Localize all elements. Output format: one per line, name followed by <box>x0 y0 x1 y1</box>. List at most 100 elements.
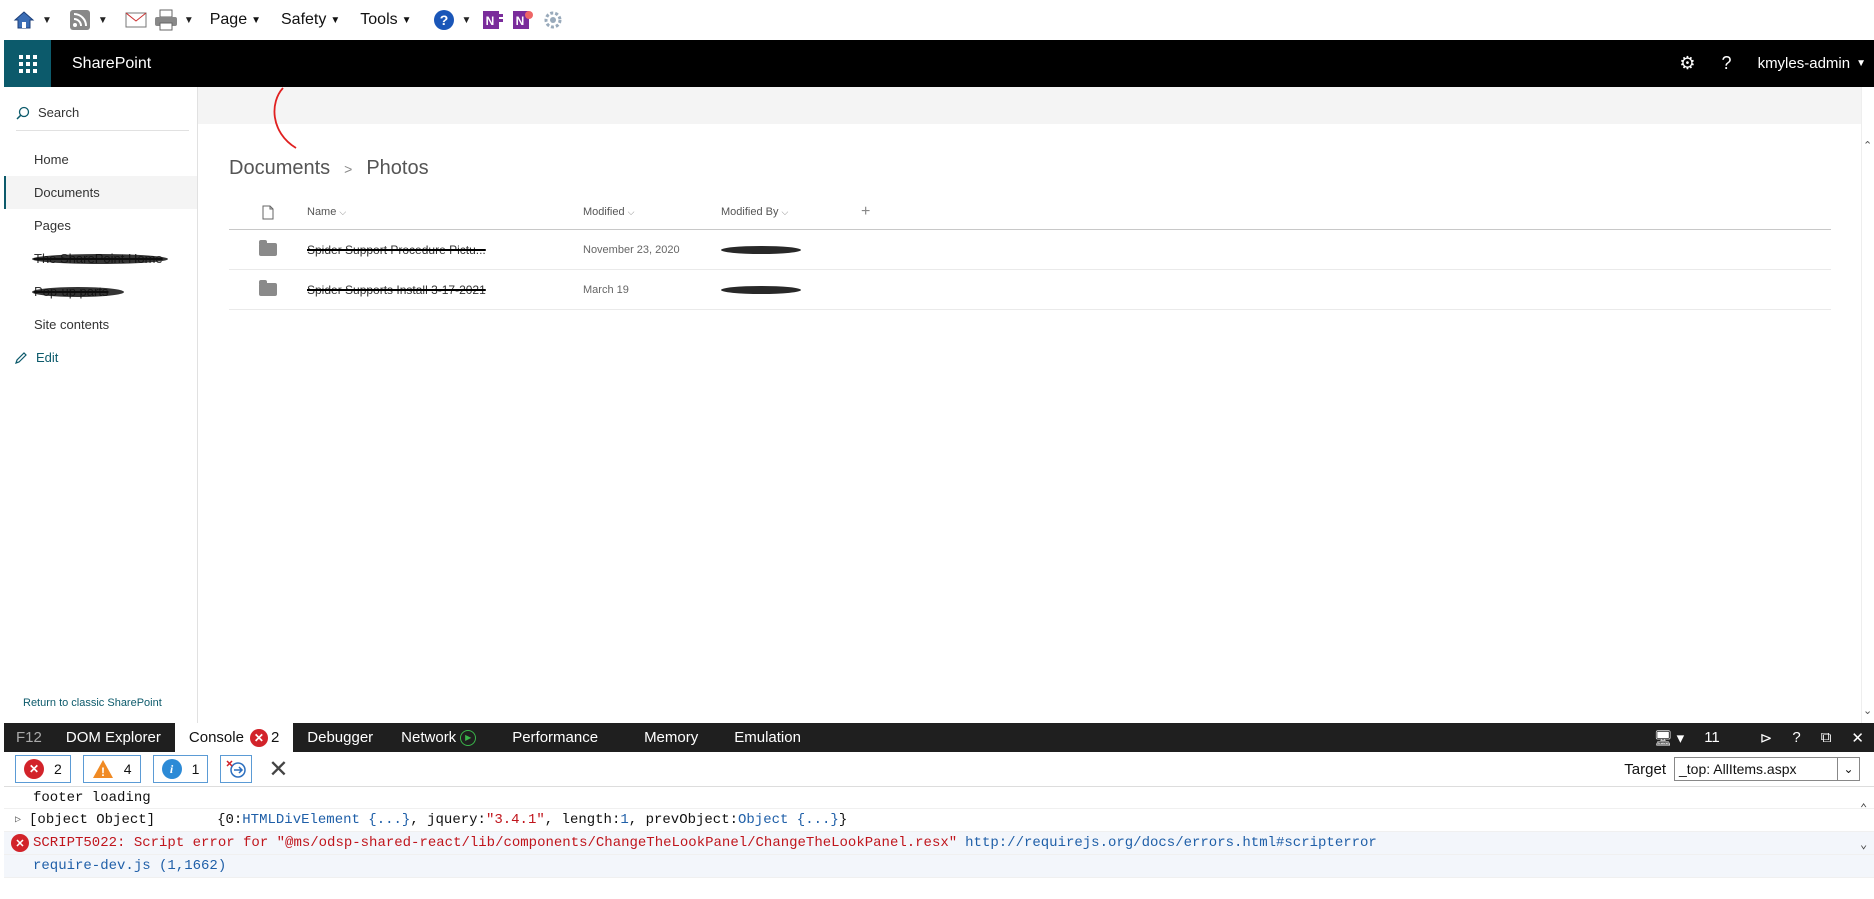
nav-item-redacted-2[interactable]: Pop-up parts <box>4 275 197 308</box>
tab-console[interactable]: Console ✕ 2 <box>174 723 294 752</box>
brand-title[interactable]: SharePoint <box>72 55 151 73</box>
info-icon: i <box>161 759 182 779</box>
document-mode-value[interactable]: 11 <box>1704 729 1720 746</box>
main-content: Documents > Photos Name ⌵ Modified ⌵ Modif… <box>198 87 1861 723</box>
modified-date: November 23, 2020 <box>583 243 680 256</box>
table-row[interactable]: Spider Support Procedure Pictu... Novemb… <box>229 230 1831 270</box>
breadcrumb-root[interactable]: Documents <box>229 157 330 180</box>
column-header-modified[interactable]: Modified ⌵ <box>583 206 721 218</box>
suite-bar: SharePoint ⚙ ? kmyles-admin ▼ <box>4 40 1874 87</box>
app-launcher-button[interactable] <box>4 40 51 87</box>
file-list: Name ⌵ Modified ⌵ Modified By ⌵ + Spider Su… <box>229 195 1831 310</box>
read-mail-icon[interactable] <box>124 8 148 32</box>
pencil-icon <box>15 351 27 364</box>
tab-performance[interactable]: Performance <box>498 723 612 752</box>
scroll-down-icon[interactable]: ⌄ <box>1863 704 1872 717</box>
warnings-filter[interactable]: ! 4 <box>82 755 141 783</box>
console-error-count: 2 <box>270 729 280 746</box>
console-line[interactable]: ▷ [object Object] {0: HTMLDivElement {..… <box>4 809 1874 832</box>
clear-on-navigate-toggle[interactable] <box>220 755 253 783</box>
file-list-header: Name ⌵ Modified ⌵ Modified By ⌵ + <box>229 195 1831 230</box>
scroll-up-icon[interactable]: ⌃ <box>1863 139 1872 152</box>
feed-dropdown-icon[interactable]: ▼ <box>98 15 108 26</box>
console-toolbar: ✕ 2 ! 4 i 1 ✕ Target _top: AllItems.aspx… <box>4 752 1874 787</box>
column-header-modified-by[interactable]: Modified By ⌵ <box>721 206 861 218</box>
scroll-down-icon[interactable]: ⌄ <box>1860 837 1867 852</box>
nav-item-site-contents[interactable]: Site contents <box>4 308 197 341</box>
home-dropdown-icon[interactable]: ▼ <box>42 15 52 26</box>
document-mode-icon[interactable]: 🖥 ▾ <box>1653 729 1684 747</box>
undock-icon[interactable]: ⧉ <box>1821 729 1832 746</box>
help-icon[interactable]: ? <box>432 8 456 32</box>
settings-icon[interactable] <box>541 8 565 32</box>
modified-by-redacted <box>721 286 801 295</box>
tab-dom-explorer[interactable]: DOM Explorer <box>52 723 175 752</box>
target-select[interactable]: _top: AllItems.aspx ⌄ <box>1674 757 1860 781</box>
gear-icon[interactable]: ⚙ <box>1679 53 1695 74</box>
print-dropdown-icon[interactable]: ▼ <box>184 15 194 26</box>
rss-feed-icon[interactable] <box>68 8 92 32</box>
print-icon[interactable] <box>154 8 178 32</box>
tab-emulation[interactable]: Emulation <box>720 723 815 752</box>
file-type-header[interactable] <box>229 205 307 220</box>
nav-item-pages[interactable]: Pages <box>4 209 197 242</box>
error-help-link[interactable]: http://requirejs.org/docs/errors.html#sc… <box>965 835 1377 851</box>
close-icon[interactable]: ✕ <box>1851 729 1864 747</box>
console-error-line: ✕ SCRIPT5022: Script error for "@ms/odsp… <box>4 832 1874 855</box>
modified-by-redacted <box>721 246 801 255</box>
messages-filter[interactable]: i 1 <box>152 755 209 783</box>
clear-console-icon[interactable]: ✕ <box>268 755 288 784</box>
nav-edit-link[interactable]: Edit <box>4 341 197 374</box>
onenote-linked-icon[interactable]: N <box>511 8 535 32</box>
error-icon: ✕ <box>11 834 29 852</box>
nav-item-label: Documents <box>34 185 100 200</box>
help-icon[interactable]: ? <box>1792 729 1800 746</box>
home-icon[interactable] <box>12 8 36 32</box>
tab-memory[interactable]: Memory <box>630 723 712 752</box>
waffle-icon <box>18 54 37 73</box>
nav-item-label: Site contents <box>34 317 110 332</box>
record-play-icon[interactable]: ▶ <box>460 729 477 746</box>
expand-triangle-icon[interactable]: ▷ <box>15 814 21 826</box>
svg-text:N: N <box>486 14 495 28</box>
tab-debugger[interactable]: Debugger <box>293 723 387 752</box>
f12-label: F12 <box>16 729 42 746</box>
column-header-name[interactable]: Name ⌵ <box>307 206 583 218</box>
errors-filter[interactable]: ✕ 2 <box>15 755 71 783</box>
return-to-classic-link[interactable]: Return to classic SharePoint <box>23 697 162 709</box>
add-column-button[interactable]: + <box>861 203 901 221</box>
nav-item-documents[interactable]: Documents <box>4 176 197 209</box>
help-dropdown-icon[interactable]: ▼ <box>462 15 472 26</box>
page-scrollbar[interactable]: ⌃ ⌄ <box>1861 87 1874 723</box>
file-name-link[interactable]: Spider Supports Install 3-17-2021 <box>307 283 486 297</box>
chevron-down-icon[interactable]: ▼ <box>1856 58 1866 69</box>
console-scrollbar[interactable]: ⌃ ⌄ <box>1858 787 1874 899</box>
clear-on-navigate-icon <box>226 760 247 778</box>
help-button[interactable]: ? <box>1722 53 1732 74</box>
nav-item-redacted-1[interactable]: The SharePoint Home <box>4 242 197 275</box>
table-row[interactable]: Spider Supports Install 3-17-2021 March … <box>229 270 1831 310</box>
chevron-down-icon: ⌵ <box>781 207 789 217</box>
nav-item-home[interactable]: Home <box>4 143 197 176</box>
breadcrumb-current: Photos <box>366 157 429 179</box>
warning-icon: ! <box>92 759 114 779</box>
console-prompt-icon[interactable]: ⊳ <box>1760 729 1773 747</box>
file-name-link[interactable]: Spider Support Procedure Pictu... <box>307 243 486 257</box>
red-annotation-mark <box>273 87 297 149</box>
user-name[interactable]: kmyles-admin <box>1758 55 1851 72</box>
page-menu[interactable]: Page ▼ <box>210 11 261 29</box>
tools-menu[interactable]: Tools ▼ <box>360 11 411 29</box>
safety-menu[interactable]: Safety ▼ <box>281 11 340 29</box>
onenote-icon[interactable]: N <box>481 8 505 32</box>
tab-network[interactable]: Network ▶ <box>387 723 490 752</box>
target-selector: Target _top: AllItems.aspx ⌄ <box>1624 757 1874 781</box>
search-box[interactable]: Search <box>16 95 189 131</box>
chevron-down-icon: ⌄ <box>1837 758 1859 780</box>
error-source-link[interactable]: require-dev.js (1,1662) <box>33 858 226 874</box>
console-line: footer loading <box>4 787 1874 809</box>
nav-item-label: Pages <box>34 218 71 233</box>
chevron-down-icon: ⌵ <box>339 207 347 217</box>
svg-text:N: N <box>516 14 525 28</box>
search-icon <box>16 106 30 120</box>
scroll-up-icon[interactable]: ⌃ <box>1860 801 1867 816</box>
